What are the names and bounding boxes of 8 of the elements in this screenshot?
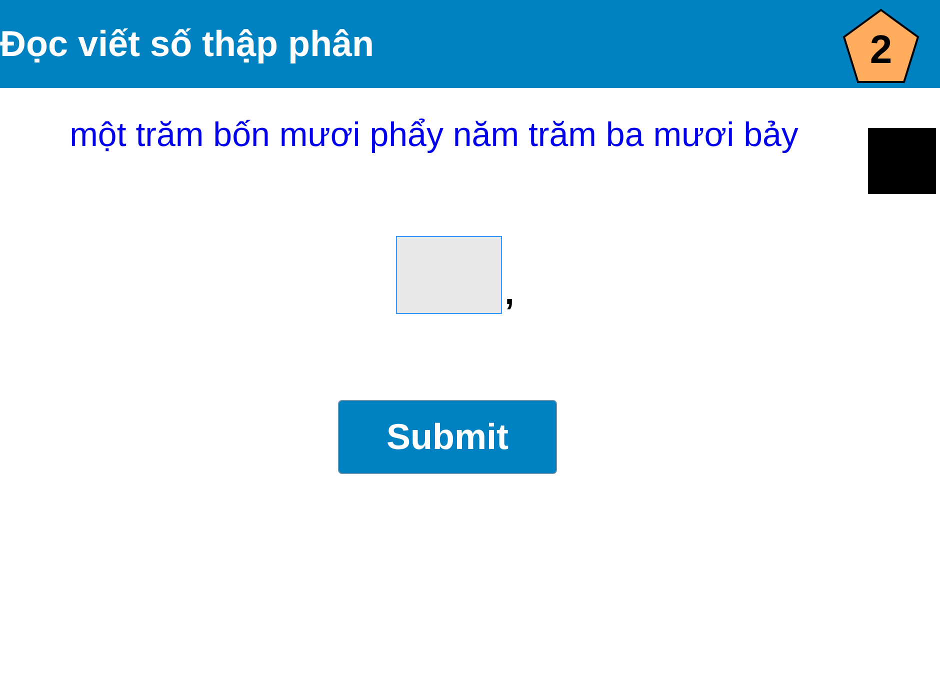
page-title: Đọc viết số thập phân	[0, 26, 374, 62]
square-icon	[868, 128, 936, 194]
answer-field[interactable]	[396, 236, 502, 314]
decimal-comma: ,	[504, 276, 514, 310]
submit-button[interactable]: Submit	[338, 400, 557, 474]
question-text: một trăm bốn mươi phẩy năm trăm ba mươi bảy	[68, 115, 800, 156]
pentagon-icon	[842, 8, 920, 86]
level-number: 2	[870, 30, 892, 70]
